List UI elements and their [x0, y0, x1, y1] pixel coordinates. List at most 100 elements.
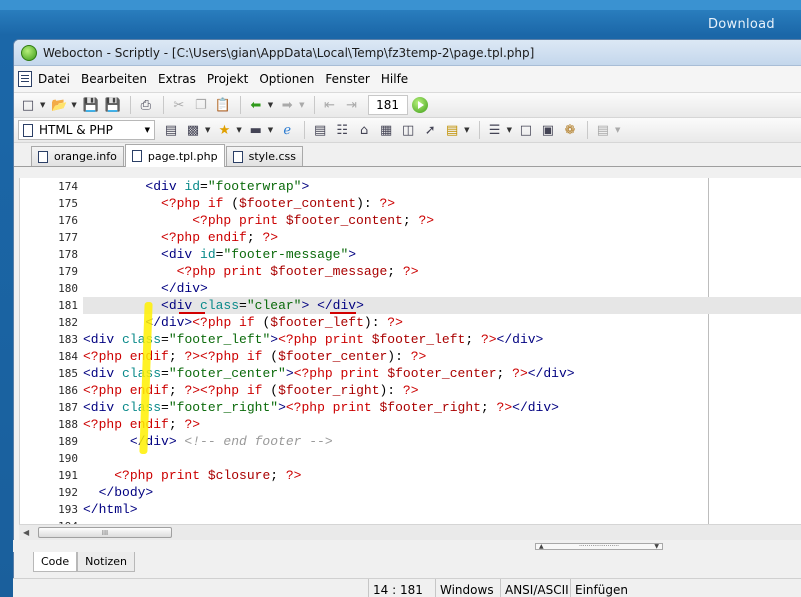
disabled-tool-icon[interactable]: ▤ — [593, 121, 613, 139]
line-number: 175 — [58, 197, 78, 210]
bottom-panel-tabs: Code Notizen — [33, 552, 136, 572]
open-folder-icon[interactable]: 📂 — [49, 96, 69, 114]
code-line[interactable]: <?php print $footer_content; ?> — [83, 212, 801, 229]
meta-dropdown-icon[interactable]: ▼ — [268, 126, 273, 134]
open-dropdown-icon[interactable]: ▼ — [71, 101, 76, 109]
menu-extras[interactable]: Extras — [158, 72, 196, 86]
line-number: 188 — [58, 418, 78, 431]
code-line[interactable]: <?php endif; ?><?php if ($footer_center)… — [83, 348, 801, 365]
meta-tag-icon[interactable]: ▬ — [246, 121, 266, 139]
code-token: > — [270, 332, 279, 347]
field-dropdown-icon[interactable]: ▼ — [205, 126, 210, 134]
code-line[interactable]: <?php print $closure; ?> — [83, 467, 801, 484]
title-bar[interactable]: Webocton - Scriptly - [C:\Users\gian\App… — [14, 40, 801, 66]
language-select[interactable]: HTML & PHP ▼ — [18, 120, 155, 140]
new-file-icon[interactable]: □ — [18, 96, 38, 114]
code-line[interactable]: <div class="footer_right"><?php print $f… — [83, 399, 801, 416]
code-line[interactable]: <?php endif; ?> — [83, 416, 801, 433]
menu-hilfe[interactable]: Hilfe — [381, 72, 408, 86]
format-dropdown-icon[interactable]: ▼ — [464, 126, 469, 134]
indent-icon[interactable]: ⇥ — [342, 96, 362, 114]
menu-bearbeiten[interactable]: Bearbeiten — [81, 72, 147, 86]
code-line[interactable]: <div id="footer-message"> — [83, 246, 801, 263]
list-dropdown-icon[interactable]: ▼ — [507, 126, 512, 134]
toolbar-separator — [239, 96, 241, 114]
code-line[interactable]: <?php endif; ?> — [83, 229, 801, 246]
code-line[interactable]: <?php endif; ?><?php if ($footer_right):… — [83, 382, 801, 399]
save-all-icon[interactable]: 💾 — [103, 96, 123, 114]
document-menu-icon[interactable] — [18, 71, 32, 87]
code-token: ?> — [184, 417, 201, 432]
cut-icon[interactable]: ✂ — [169, 96, 189, 114]
menu-projekt[interactable]: Projekt — [207, 72, 248, 86]
text-format-icon[interactable]: ▤ — [442, 121, 462, 139]
code-line[interactable]: </body> — [83, 484, 801, 501]
abc-field-icon[interactable]: ▩ — [183, 121, 203, 139]
print-icon[interactable]: ⎙ — [136, 96, 156, 114]
tab-style-css[interactable]: style.css — [225, 146, 303, 166]
menu-datei[interactable]: Datei — [38, 72, 70, 86]
star-dropdown-icon[interactable]: ▼ — [236, 126, 241, 134]
paste-icon[interactable]: 📋 — [213, 96, 233, 114]
goto-line-input[interactable]: 181 — [367, 95, 408, 115]
home-icon[interactable]: ⌂ — [354, 121, 374, 139]
form-icon[interactable]: ▤ — [161, 121, 181, 139]
outdent-icon[interactable]: ⇤ — [320, 96, 340, 114]
line-number: 182 — [58, 316, 78, 329]
code-line[interactable]: <div class="footer_center"><?php print $… — [83, 365, 801, 382]
line-number: 187 — [58, 401, 78, 414]
code-line[interactable] — [83, 450, 801, 467]
code-line[interactable]: </div><?php if ($footer_left): ?> — [83, 314, 801, 331]
tab-page-tpl-php[interactable]: page.tpl.php — [124, 144, 225, 167]
panel-splitter[interactable]: ▲ ····················· ▼ — [13, 540, 801, 552]
star-icon[interactable]: ★ — [214, 121, 234, 139]
code-line[interactable]: </html> — [83, 501, 801, 518]
code-token: $footer_center — [278, 349, 388, 364]
image-icon[interactable]: ▣ — [538, 121, 558, 139]
code-token: </div> — [496, 332, 544, 347]
link-icon[interactable]: ➚ — [420, 121, 440, 139]
menu-fenster[interactable]: Fenster — [325, 72, 370, 86]
tab-code[interactable]: Code — [33, 552, 78, 572]
code-token: <?php print — [176, 264, 271, 279]
tab-label: page.tpl.php — [147, 149, 218, 163]
scrollbar-thumb[interactable]: III — [38, 527, 172, 538]
toolbar-separator — [586, 121, 588, 139]
code-area[interactable]: <div id="footerwrap"> <?php if ($footer_… — [83, 178, 801, 524]
list-icon[interactable]: ☰ — [485, 121, 505, 139]
save-icon[interactable]: 💾 — [81, 96, 101, 114]
code-line[interactable]: <?php print $footer_message; ?> — [83, 263, 801, 280]
list-window-icon[interactable]: ☷ — [332, 121, 352, 139]
redo-icon[interactable]: ➡ — [277, 96, 297, 114]
new-file-dropdown-icon[interactable]: ▼ — [40, 101, 45, 109]
undo-icon[interactable]: ⬅ — [246, 96, 266, 114]
html-document-icon[interactable]: ▤ — [310, 121, 330, 139]
code-token: $closure — [207, 468, 271, 483]
code-line[interactable]: <div class="footer_left"><?php print $fo… — [83, 331, 801, 348]
disabled-dropdown-icon[interactable]: ▼ — [615, 126, 620, 134]
undo-dropdown-icon[interactable]: ▼ — [268, 101, 273, 109]
code-line[interactable]: </div> — [83, 280, 801, 297]
frames-icon[interactable]: ◫ — [398, 121, 418, 139]
background-download-label: Download — [707, 17, 775, 32]
palette-icon[interactable]: ❁ — [560, 121, 580, 139]
code-editor[interactable]: 174 175 176 177 178 179 180 181 182 183 184 185 186 1… — [19, 178, 801, 524]
tab-notizen[interactable]: Notizen — [77, 552, 136, 572]
code-line[interactable]: </div> <!-- end footer --> — [83, 433, 801, 450]
code-line[interactable]: <?php if ($footer_content): ?> — [83, 195, 801, 212]
horizontal-scrollbar[interactable]: ◀ III — [19, 524, 801, 540]
tab-orange-info[interactable]: orange.info — [31, 146, 124, 166]
blank-page-icon[interactable]: □ — [516, 121, 536, 139]
splitter-grip[interactable]: ▲ ····················· ▼ — [535, 543, 663, 550]
code-line[interactable]: <div id="footerwrap"> — [83, 178, 801, 195]
menu-optionen[interactable]: Optionen — [259, 72, 314, 86]
scroll-left-icon[interactable]: ◀ — [23, 528, 29, 537]
goto-line-go-icon[interactable] — [411, 97, 428, 113]
internet-explorer-icon[interactable]: ℯ — [277, 121, 297, 139]
copy-icon[interactable]: ❐ — [191, 96, 211, 114]
toolbar-separator — [478, 121, 480, 139]
table-icon[interactable]: ▦ — [376, 121, 396, 139]
redo-dropdown-icon[interactable]: ▼ — [299, 101, 304, 109]
code-token: </div> — [161, 281, 208, 296]
